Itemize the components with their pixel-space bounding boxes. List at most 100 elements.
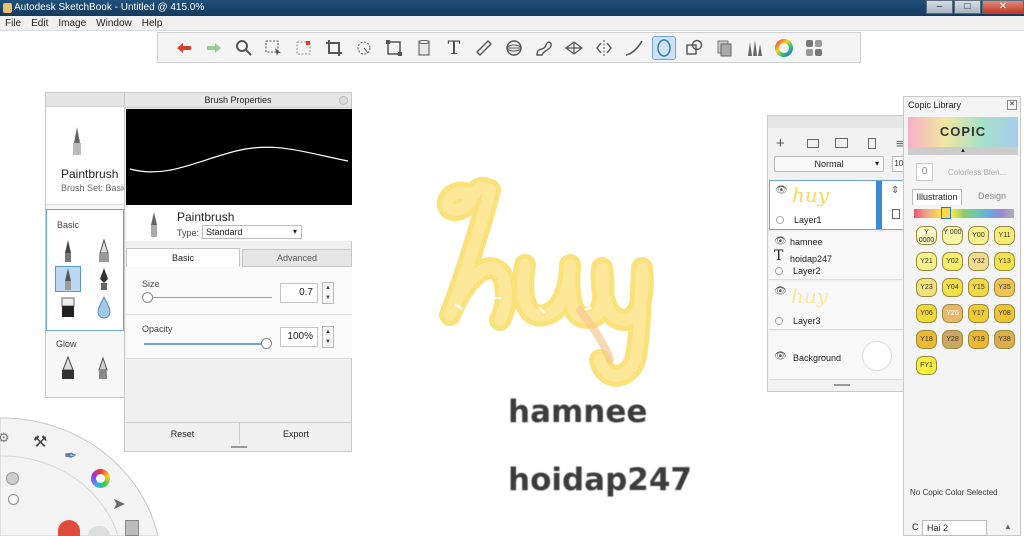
color-family-strip[interactable] [914,209,1014,218]
undo-icon[interactable] [172,36,196,60]
glow-brush-2-icon[interactable] [90,355,116,381]
opacity-puck-icon[interactable] [6,472,19,485]
color-search-field[interactable]: Colorless Blen... [948,168,1006,177]
opacity-stepper[interactable]: ▲ ▼ [322,326,334,348]
layer-row-hamnee[interactable]: 👁 hamnee T hoidap247 Layer2 [769,232,916,280]
tools-icon[interactable]: ⚒ [33,432,47,452]
menu-edit[interactable]: Edit [26,16,53,30]
size-value-field[interactable]: 0.7 [280,283,318,303]
lock-dot[interactable] [775,267,783,275]
select-arrow-icon[interactable]: ➤ [112,494,125,514]
size-stepper[interactable]: ▲ ▼ [322,282,334,304]
copic-swatch[interactable]: Y23 [916,278,937,297]
layer-row-background[interactable]: 👁 Background [769,332,916,380]
palette-icon[interactable] [802,36,826,60]
shape-icon[interactable] [682,36,706,60]
marker-icon[interactable] [55,294,81,320]
copic-swatch[interactable]: Y13 [994,252,1015,271]
size-slider-track[interactable] [144,297,272,298]
select-dashed-icon[interactable] [292,36,316,60]
glow-brush-1-icon[interactable] [55,355,81,381]
copic-swatch[interactable]: Y 000 [942,226,963,245]
color-wheel-icon[interactable] [772,36,796,60]
transform-icon[interactable] [382,36,406,60]
folder-icon[interactable] [807,139,819,148]
image-layer-icon[interactable] [835,138,848,148]
lock-dot[interactable] [775,317,783,325]
brushes-icon[interactable] [742,36,766,60]
french-curve-icon[interactable] [532,36,556,60]
opacity-value-field[interactable]: 100% [280,327,318,347]
copic-swatch[interactable]: Y17 [968,304,989,323]
size-slider-thumb[interactable] [141,292,153,303]
menu-image[interactable]: Image [53,16,91,30]
copic-swatch[interactable]: Y18 [916,330,937,349]
opacity-slider-thumb[interactable] [261,338,272,349]
copic-swatch[interactable]: Y26 [942,304,963,323]
layer-row-layer1[interactable]: 👁 huy Layer1 ⇕ [769,180,916,230]
eye-icon[interactable]: 👁 [775,185,788,196]
copic-swatch[interactable]: Y19 [968,330,989,349]
close-button[interactable]: ✕ [982,0,1024,14]
type-select[interactable]: Standard ▾ [202,225,302,239]
copic-swatch[interactable]: FY1 [916,356,937,375]
copic-swatch[interactable]: Y35 [994,278,1015,297]
copic-swatch[interactable]: Y08 [994,304,1015,323]
copy-icon[interactable] [712,36,736,60]
panel-grip[interactable] [834,384,850,386]
perspective-icon[interactable] [562,36,586,60]
layer-scroll-bar[interactable] [876,181,882,229]
copic-swatch[interactable]: Y15 [968,278,989,297]
gear-icon[interactable]: ⚙ [0,430,10,446]
copic-close-icon[interactable]: ✕ [1007,100,1017,110]
layer-row-layer3[interactable]: 👁 huy Layer3 [769,282,916,330]
symmetry-icon[interactable] [592,36,616,60]
fill-icon[interactable] [412,36,436,60]
pencil-brush-icon[interactable] [55,238,81,264]
tab-design[interactable]: Design [966,189,1018,205]
crop-icon[interactable] [322,36,346,60]
trash-icon[interactable] [892,209,900,219]
tab-illustration[interactable]: Illustration [912,189,962,205]
lasso-icon[interactable] [352,36,376,60]
maximize-button[interactable]: □ [954,0,981,14]
palette-name-tab[interactable]: Hai 2 [922,520,987,536]
copic-swatch[interactable]: Y21 [916,252,937,271]
undo-lagoon-icon[interactable] [58,520,80,536]
eye-icon[interactable]: 👁 [774,351,787,362]
color-puck-icon[interactable] [91,469,110,488]
size-puck-icon[interactable] [8,494,19,505]
ellipse-guide-icon[interactable] [502,36,526,60]
lock-dot[interactable] [776,216,784,224]
eye-icon[interactable]: 👁 [774,286,787,297]
menu-file[interactable]: File [0,16,26,30]
copic-swatch[interactable]: Y11 [994,226,1015,245]
copic-swatch[interactable]: Y 0000 [916,226,937,245]
text-icon[interactable]: T [442,36,466,60]
ink-pen-icon[interactable] [91,266,117,292]
minimize-button[interactable]: – [926,0,953,14]
opacity-slider-track[interactable] [144,343,266,345]
blend-mode-select[interactable]: Normal ▾ [774,156,884,172]
layer-lagoon-icon[interactable] [125,520,139,536]
panel-close-dot[interactable] [339,96,348,105]
tab-advanced[interactable]: Advanced [242,249,352,267]
expand-icon[interactable]: ▲ [1004,522,1012,531]
move-layer-icon[interactable]: ⇕ [891,185,899,196]
copic-swatch[interactable]: Y38 [994,330,1015,349]
background-color-swatch[interactable] [862,341,892,371]
color-number-field[interactable]: 0 [916,163,933,181]
select-icon[interactable] [262,36,286,60]
paintbrush-selected-icon[interactable] [55,266,81,292]
water-drop-icon[interactable] [91,294,117,320]
copic-swatch[interactable]: Y00 [968,226,989,245]
export-button[interactable]: Export [240,422,352,444]
copic-swatch[interactable]: Y28 [942,330,963,349]
redo-icon[interactable] [202,36,226,60]
airbrush-icon[interactable] [91,238,117,264]
copic-swatch[interactable]: Y06 [916,304,937,323]
panel-grip[interactable] [231,446,247,448]
tab-basic[interactable]: Basic [126,248,240,267]
eye-icon[interactable]: 👁 [774,236,787,247]
brush-palette-icon[interactable]: ✒ [64,446,77,466]
